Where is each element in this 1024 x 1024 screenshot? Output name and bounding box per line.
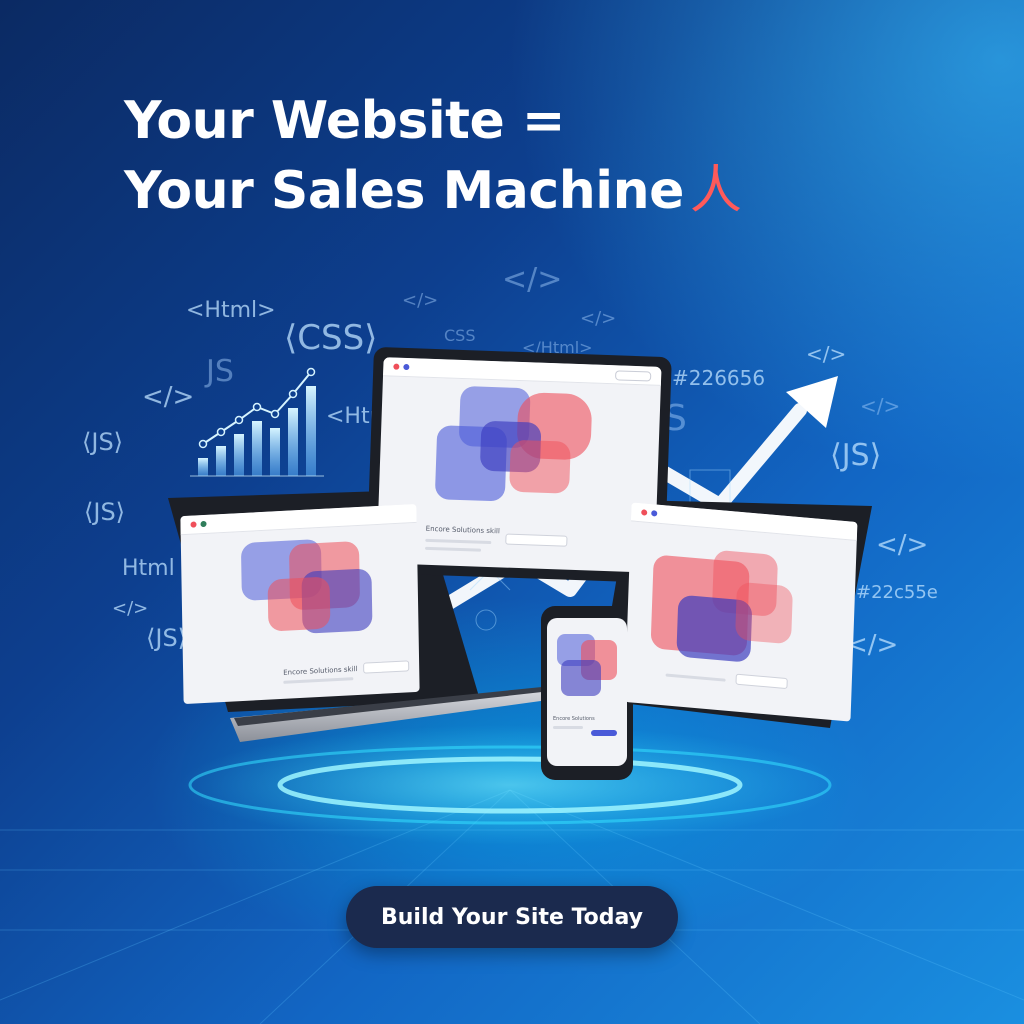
chart-point [198,439,208,449]
poster: Your Website = Your Sales Machine 人 <Html… [0,0,1024,1024]
screen-text-line [553,726,583,729]
screen-blob [561,660,601,696]
chart-point [270,409,280,419]
screen-text-line [283,677,354,684]
screen-dot [641,509,648,516]
chart-bar [288,408,298,476]
front-tablet-caption: Encore Solutions skill [425,524,500,536]
chart-bar [252,421,262,476]
screen-field [735,673,788,690]
chart-bar [216,446,226,476]
screen-dot [190,521,197,528]
chart-bar [270,428,280,476]
phone-button [591,730,617,736]
screen-blob [267,576,331,632]
screen-text-line [424,546,482,552]
chart-bar [306,386,316,476]
phone-screen: Encore Solutions [547,618,627,766]
screen-topbar-button [615,370,652,382]
build-site-button[interactable]: Build Your Site Today [346,886,678,948]
screen-dot [200,520,207,528]
front-tablet-screen: Encore Solutions skill [376,357,662,573]
laptop-screen: Encore Solutions skill [180,503,420,705]
screen-dot [403,363,410,371]
chart-point [252,402,262,412]
right-tablet-screen [624,502,858,722]
screen-dot [651,510,658,517]
screen-dot [393,363,400,370]
chart-bar [198,458,208,476]
screen-text-line [665,673,726,682]
chart-point [306,367,316,377]
screen-text-line [425,538,492,545]
chart-point [234,415,244,425]
bar-chart-icon [190,367,324,477]
screen-field [363,660,410,674]
phone-caption: Encore Solutions [553,716,595,722]
chart-bar [234,434,244,476]
laptop-caption: Encore Solutions skill [283,665,358,677]
chart-point [288,389,298,399]
chart-point [216,427,226,437]
screen-blob [735,581,794,645]
screen-blob [509,439,571,494]
screen-field [505,533,568,547]
